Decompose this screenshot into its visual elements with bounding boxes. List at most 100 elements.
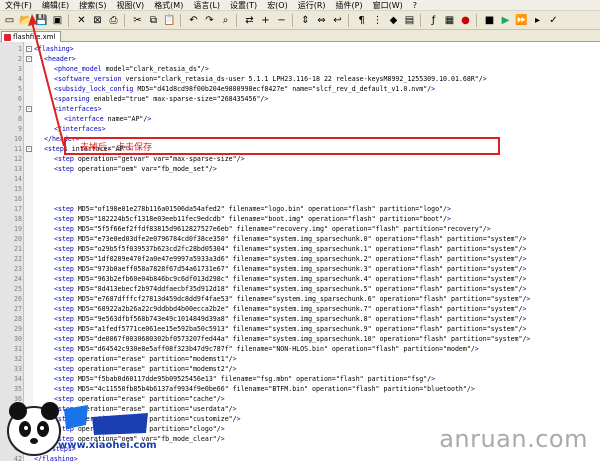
line-number: 17 (14, 205, 22, 213)
macro-play-icon[interactable]: ▶ (498, 13, 513, 28)
toolbar-separator (348, 13, 352, 27)
function-list-icon[interactable]: ƒ (426, 13, 441, 28)
copy-icon[interactable]: ⧉ (146, 13, 161, 28)
line-number: 10 (14, 135, 22, 143)
paste-icon[interactable]: 📋 (162, 13, 177, 28)
code-text: <step MD5="9e563dfbf568b743e49c1014849d3… (54, 315, 527, 323)
menu-item[interactable]: 视图(V) (111, 0, 149, 10)
tab-bar: flashfile.xml (0, 30, 600, 42)
code-text: <step MD5="de0067f0030680302bf0573207fed… (54, 335, 531, 343)
line-number: 6 (18, 95, 22, 103)
line-number: 20 (14, 235, 22, 243)
save-icon[interactable]: 💾 (34, 13, 49, 28)
line-number: 7 (18, 105, 22, 113)
code-line[interactable]: 18 <step MD5="182224b5cf1318e03eeb11fec9e… (0, 214, 600, 224)
menu-item[interactable]: 文件(F) (0, 0, 37, 10)
code-line[interactable]: 25 <step MD5="8d413ebecf2b974ddfaecbf35d9… (0, 284, 600, 294)
redo-icon[interactable]: ↷ (202, 13, 217, 28)
menu-item[interactable]: 编辑(E) (37, 0, 74, 10)
code-line[interactable]: 3 <phone_model model="clark_retasia_ds"/> (0, 64, 600, 74)
macro-run-icon[interactable]: ⏩ (514, 13, 529, 28)
macro-record-icon[interactable]: ● (458, 13, 473, 28)
menu-item[interactable]: 设置(T) (225, 0, 262, 10)
macro-save-icon[interactable]: ▸ (530, 13, 545, 28)
tab-flashfile[interactable]: flashfile.xml (1, 31, 61, 42)
line-number: 4 (18, 75, 22, 83)
code-line[interactable]: 15 (0, 184, 600, 194)
line-number: 14 (14, 175, 22, 183)
fold-toggle-icon[interactable]: - (26, 106, 32, 112)
sync-h-icon[interactable]: ⇔ (314, 13, 329, 28)
code-text: <phone_model model="clark_retasia_ds"/> (54, 65, 209, 73)
code-text: <step MD5="e7687dfffcf27813d459dc8dd9f4f… (54, 295, 531, 303)
code-line[interactable]: 17 <step MD5="of198e01e278b116a01506da54a… (0, 204, 600, 214)
menu-item[interactable]: 搜索(S) (74, 0, 111, 10)
line-number: 30 (14, 335, 22, 343)
code-line[interactable]: 23 <step MD5="973b0aeff058a7828f67d54a617… (0, 264, 600, 274)
menu-item[interactable]: 插件(P) (331, 0, 368, 10)
save-all-icon[interactable]: ▣ (50, 13, 65, 28)
menu-item[interactable]: 宏(O) (262, 0, 293, 10)
sync-v-icon[interactable]: ⇕ (298, 13, 313, 28)
code-line[interactable]: 32 <step operation="erase" partition="mod… (0, 354, 600, 364)
new-icon[interactable]: ▭ (2, 13, 17, 28)
menu-item[interactable]: ? (408, 0, 422, 10)
menu-item[interactable]: 格式(M) (149, 0, 188, 10)
folder-icon[interactable]: ▦ (442, 13, 457, 28)
close-all-icon[interactable]: ⊠ (90, 13, 105, 28)
code-line[interactable]: 12 <step operation="getvar" var="max-spar… (0, 154, 600, 164)
fold-toggle-icon[interactable]: - (26, 146, 32, 152)
code-line[interactable]: 26 <step MD5="e7687dfffcf27813d459dc8dd9f… (0, 294, 600, 304)
code-line[interactable]: 13 <step operation="oem" var="fb_mode_set… (0, 164, 600, 174)
print-icon[interactable]: ⎙ (106, 13, 121, 28)
code-line[interactable]: 8 <interface name="AP"/> (0, 114, 600, 124)
code-line[interactable]: 24 <step MD5="963b2efb60e04b846bc9c6df013… (0, 274, 600, 284)
code-line[interactable]: 5 <subsidy_lock_config MD5="d41d8cd98f00b… (0, 84, 600, 94)
indent-guide-icon[interactable]: ⋮ (370, 13, 385, 28)
wrap-icon[interactable]: ↩ (330, 13, 345, 28)
code-line[interactable]: 16 (0, 194, 600, 204)
code-line[interactable]: 27 <step MD5="68922a2b26a22c9ddbbd4b00ecc… (0, 304, 600, 314)
code-line[interactable]: 21 <step MD5="o29b5f5f039537b623cd2fc28bd… (0, 244, 600, 254)
replace-icon[interactable]: ⇄ (242, 13, 257, 28)
line-number: 35 (14, 385, 22, 393)
code-line[interactable]: 7- <interfaces> (0, 104, 600, 114)
code-line[interactable]: 35 <step MD5="4c11550fb85b4b6137af9934f9e… (0, 384, 600, 394)
close-icon[interactable]: ✕ (74, 13, 89, 28)
menu-item[interactable]: 窗口(W) (368, 0, 408, 10)
zoom-in-icon[interactable]: + (258, 13, 273, 28)
udl-icon[interactable]: ◆ (386, 13, 401, 28)
open-icon[interactable]: 📂 (18, 13, 33, 28)
code-line[interactable]: 33 <step operation="erase" partition="mod… (0, 364, 600, 374)
menu-item[interactable]: 运行(R) (293, 0, 331, 10)
code-line[interactable]: 2- <header> (0, 54, 600, 64)
line-number: 8 (18, 115, 22, 123)
spell-icon[interactable]: ✓ (546, 13, 561, 28)
code-line[interactable]: 30 <step MD5="de0067f0030680302bf0573207f… (0, 334, 600, 344)
code-line[interactable]: 14 (0, 174, 600, 184)
code-line[interactable]: 31 <step MD5="d64542c930e8e5aff08f323b47d… (0, 344, 600, 354)
zoom-out-icon[interactable]: − (274, 13, 289, 28)
cut-icon[interactable]: ✂ (130, 13, 145, 28)
fold-toggle-icon[interactable]: - (26, 46, 32, 52)
fold-toggle-icon[interactable]: - (26, 56, 32, 62)
macro-stop-icon[interactable]: ■ (482, 13, 497, 28)
all-chars-icon[interactable]: ¶ (354, 13, 369, 28)
code-line[interactable]: 6 <sparsing enabled="true" max-sparse-siz… (0, 94, 600, 104)
code-line[interactable]: 29 <step MD5="a1fedf5771ce061ee15e592ba50… (0, 324, 600, 334)
code-line[interactable]: 22 <step MD5="1df0209e470f2a0e47e9997a593… (0, 254, 600, 264)
code-line[interactable]: 28 <step MD5="9e563dfbf568b743e49c1014849… (0, 314, 600, 324)
doc-map-icon[interactable]: ▤ (402, 13, 417, 28)
code-line[interactable]: 19 <step MD5="5f5f66ef2ffdf83815d96128275… (0, 224, 600, 234)
line-number: 26 (14, 295, 22, 303)
line-number: 9 (18, 125, 22, 133)
undo-icon[interactable]: ↶ (186, 13, 201, 28)
line-number: 27 (14, 305, 22, 313)
code-line[interactable]: 34 <step MD5="f5bab0d60117dde95b09525456e… (0, 374, 600, 384)
code-line[interactable]: 1- <flashing> (0, 44, 600, 54)
find-icon[interactable]: ⌕ (218, 13, 233, 28)
code-line[interactable]: 4 <software_version version="clark_retasi… (0, 74, 600, 84)
code-line[interactable]: 9 </interfaces> (0, 124, 600, 134)
menu-item[interactable]: 语言(L) (188, 0, 225, 10)
code-line[interactable]: 20 <step MD5="e73e0ed03dfe2e0796784cd0f38… (0, 234, 600, 244)
